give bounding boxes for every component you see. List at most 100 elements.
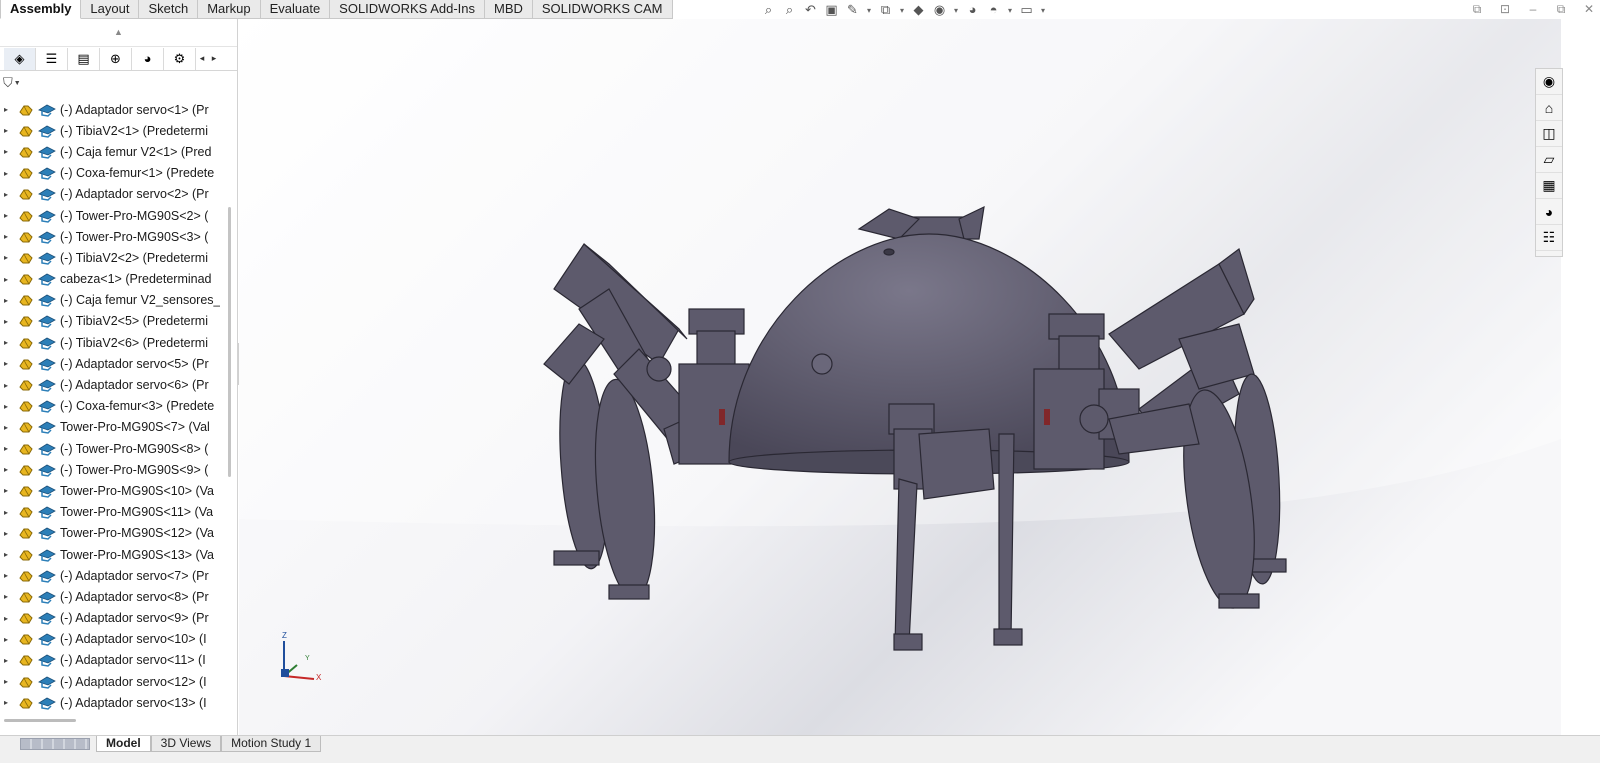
tab-solidworks-add-ins[interactable]: SOLIDWORKS Add-Ins — [330, 0, 485, 19]
custom-properties-icon[interactable]: ☷ — [1536, 225, 1562, 251]
propertymanager-icon[interactable]: ☰ — [36, 47, 68, 70]
expand-arrow-icon[interactable]: ▸ — [4, 465, 18, 474]
tree-item[interactable]: ▸ (-) Coxa-femur<3> (Predete — [0, 396, 228, 417]
tree-item[interactable]: ▸ (-) Caja femur V2_sensores_ — [0, 290, 228, 311]
tree-item[interactable]: ▸ (-) Tower-Pro-MG90S<2> ( — [0, 205, 228, 226]
tree-item[interactable]: ▸ (-) Adaptador servo<13> (I — [0, 692, 228, 713]
tree-item[interactable]: ▸ Tower-Pro-MG90S<10> (Va — [0, 480, 228, 501]
tab-evaluate[interactable]: Evaluate — [260, 0, 331, 19]
chevron-down-icon[interactable]: ▾ — [1039, 6, 1047, 15]
tree-item[interactable]: ▸ (-) TibiaV2<6> (Predetermi — [0, 332, 228, 353]
tree-item[interactable]: ▸ Tower-Pro-MG90S<11> (Va — [0, 502, 228, 523]
tree-vertical-scrollbar[interactable] — [228, 207, 231, 477]
tree-item[interactable]: ▸ Tower-Pro-MG90S<7> (Val — [0, 417, 228, 438]
chevron-down-icon[interactable]: ▾ — [865, 6, 873, 15]
display-style-icon[interactable]: ◆ — [910, 2, 927, 19]
expand-arrow-icon[interactable]: ▸ — [4, 275, 18, 284]
scroll-right-icon[interactable]: ▸ — [208, 53, 220, 64]
scroll-left-icon[interactable]: ◂ — [196, 53, 208, 64]
expand-arrow-icon[interactable]: ▸ — [4, 423, 18, 432]
float-window-icon[interactable]: ⊡ — [1498, 1, 1512, 17]
chevron-down-icon[interactable]: ▾ — [952, 6, 960, 15]
expand-arrow-icon[interactable]: ▸ — [4, 211, 18, 220]
expand-arrow-icon[interactable]: ▸ — [4, 296, 18, 305]
tree-item[interactable]: ▸ (-) Adaptador servo<2> (Pr — [0, 184, 228, 205]
tree-item[interactable]: ▸ (-) Adaptador servo<11> (I — [0, 650, 228, 671]
tree-item[interactable]: ▸ (-) Adaptador servo<10> (I — [0, 629, 228, 650]
edit-appearance-icon[interactable]: ◕ — [964, 2, 981, 19]
expand-arrow-icon[interactable]: ▸ — [4, 508, 18, 517]
close-icon[interactable]: ✕ — [1582, 1, 1596, 17]
expand-arrow-icon[interactable]: ▸ — [4, 444, 18, 453]
section-view-icon[interactable]: ▣ — [823, 2, 840, 19]
tree-item[interactable]: ▸ (-) Adaptador servo<9> (Pr — [0, 608, 228, 629]
tree-item[interactable]: ▸ (-) TibiaV2<1> (Predetermi — [0, 120, 228, 141]
dimxpertmanager-icon[interactable]: ⊕ — [100, 47, 132, 70]
expand-arrow-icon[interactable]: ▸ — [4, 317, 18, 326]
tree-item[interactable]: ▸ (-) Adaptador servo<6> (Pr — [0, 374, 228, 395]
expand-arrow-icon[interactable]: ▸ — [4, 656, 18, 665]
hexapod-model[interactable] — [539, 179, 1299, 679]
tree-item[interactable]: ▸ (-) Caja femur V2<1> (Pred — [0, 141, 228, 162]
configurationmanager-icon[interactable]: ▤ — [68, 47, 100, 70]
previous-view-icon[interactable]: ↶ — [802, 2, 819, 19]
expand-arrow-icon[interactable]: ▸ — [4, 338, 18, 347]
expand-arrow-icon[interactable]: ▸ — [4, 529, 18, 538]
hide-show-items-icon[interactable]: ◉ — [931, 2, 948, 19]
expand-arrow-icon[interactable]: ▸ — [4, 169, 18, 178]
tree-item[interactable]: ▸ Tower-Pro-MG90S<13> (Va — [0, 544, 228, 565]
tab-sketch[interactable]: Sketch — [139, 0, 199, 19]
expand-arrow-icon[interactable]: ▸ — [4, 381, 18, 390]
expand-arrow-icon[interactable]: ▸ — [4, 359, 18, 368]
panel-collapse-handle[interactable]: ▲ — [0, 19, 237, 47]
tree-item[interactable]: ▸ Tower-Pro-MG90S<12> (Va — [0, 523, 228, 544]
bottom-tab-3d-views[interactable]: 3D Views — [150, 736, 222, 752]
expand-arrow-icon[interactable]: ▸ — [4, 571, 18, 580]
chevron-down-icon[interactable]: ▾ — [1006, 6, 1014, 15]
expand-arrow-icon[interactable]: ▸ — [4, 614, 18, 623]
restore-panel-icon[interactable]: ⧉ — [1470, 1, 1484, 17]
maximize-icon[interactable]: ⧉ — [1554, 1, 1568, 17]
tree-item[interactable]: ▸ (-) Tower-Pro-MG90S<3> ( — [0, 226, 228, 247]
bottom-tab-motion-study-1[interactable]: Motion Study 1 — [221, 736, 322, 752]
chevron-down-icon[interactable]: ▼ — [14, 80, 21, 87]
expand-arrow-icon[interactable]: ▸ — [4, 677, 18, 686]
expand-arrow-icon[interactable]: ▸ — [4, 126, 18, 135]
tree-horizontal-scrollbar[interactable] — [4, 719, 76, 722]
tree-item[interactable]: ▸ cabeza<1> (Predeterminad — [0, 269, 228, 290]
expand-arrow-icon[interactable]: ▸ — [4, 253, 18, 262]
apply-scene-icon[interactable]: ◓ — [985, 2, 1002, 19]
graphics-area[interactable]: Z Y X — [239, 19, 1561, 735]
tree-item[interactable]: ▸ (-) Tower-Pro-MG90S<9> ( — [0, 459, 228, 480]
tree-item[interactable]: ▸ (-) Adaptador servo<1> (Pr — [0, 99, 228, 120]
minimize-icon[interactable]: – — [1526, 1, 1540, 17]
view-orientation-icon[interactable]: ⧉ — [877, 2, 894, 19]
tree-item[interactable]: ▸ (-) Adaptador servo<5> (Pr — [0, 353, 228, 374]
cam-manager-icon[interactable]: ⚙ — [164, 47, 196, 70]
tree-item[interactable]: ▸ (-) TibiaV2<2> (Predetermi — [0, 247, 228, 268]
tree-item[interactable]: ▸ (-) Adaptador servo<12> (I — [0, 671, 228, 692]
zoom-to-area-icon[interactable]: ⌕ — [781, 2, 798, 19]
design-library-icon[interactable]: ◫ — [1536, 121, 1562, 147]
appearances-icon[interactable]: ◕ — [1536, 199, 1562, 225]
tab-scroll-buttons[interactable] — [20, 738, 90, 750]
tab-assembly[interactable]: Assembly — [0, 0, 82, 19]
expand-arrow-icon[interactable]: ▸ — [4, 550, 18, 559]
tree-item[interactable]: ▸ (-) TibiaV2<5> (Predetermi — [0, 311, 228, 332]
tree-item[interactable]: ▸ (-) Coxa-femur<1> (Predete — [0, 163, 228, 184]
home-icon[interactable]: ⌂ — [1536, 95, 1562, 121]
solidworks-resources-icon[interactable]: ◉ — [1536, 69, 1562, 95]
tab-layout[interactable]: Layout — [81, 0, 140, 19]
bottom-tab-model[interactable]: Model — [96, 736, 151, 752]
expand-arrow-icon[interactable]: ▸ — [4, 635, 18, 644]
tree-item[interactable]: ▸ (-) Tower-Pro-MG90S<8> ( — [0, 438, 228, 459]
expand-arrow-icon[interactable]: ▸ — [4, 592, 18, 601]
dynamic-annotation-icon[interactable]: ✎ — [844, 2, 861, 19]
tab-solidworks-cam[interactable]: SOLIDWORKS CAM — [532, 0, 673, 19]
expand-arrow-icon[interactable]: ▸ — [4, 105, 18, 114]
view-settings-icon[interactable]: ▭ — [1018, 2, 1035, 19]
tree-item[interactable]: ▸ (-) Adaptador servo<7> (Pr — [0, 565, 228, 586]
expand-arrow-icon[interactable]: ▸ — [4, 698, 18, 707]
tree-item[interactable]: ▸ (-) Adaptador servo<8> (Pr — [0, 586, 228, 607]
expand-arrow-icon[interactable]: ▸ — [4, 232, 18, 241]
